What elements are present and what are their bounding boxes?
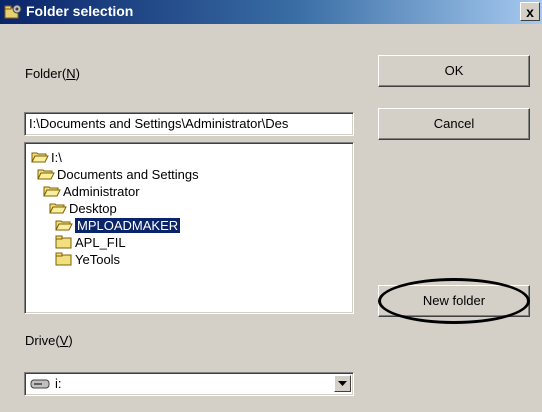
folder-path-value: I:\Documents and Settings\Administrator\…: [29, 116, 289, 131]
ok-button[interactable]: OK: [378, 55, 530, 87]
chevron-down-icon: [338, 381, 347, 386]
tree-item[interactable]: Administrator: [43, 183, 140, 200]
closed-folder-icon: [55, 252, 72, 266]
tree-item-label: Documents and Settings: [57, 167, 199, 182]
folder-path-field[interactable]: I:\Documents and Settings\Administrator\…: [24, 112, 354, 136]
drive-label: Drive(V): [25, 333, 73, 348]
tree-item-label: MPLOADMAKER: [75, 218, 181, 233]
folder-label-suffix: ): [75, 66, 80, 81]
title-bar[interactable]: Folder selection x: [0, 0, 542, 24]
tree-item[interactable]: Desktop: [49, 200, 117, 217]
tree-item[interactable]: MPLOADMAKER: [55, 217, 181, 234]
drive-label-prefix: Drive(: [25, 333, 60, 348]
open-folder-icon: [49, 203, 67, 214]
tree-item[interactable]: Documents and Settings: [37, 166, 199, 183]
tree-item-label: Desktop: [69, 201, 117, 216]
tree-item-label: Administrator: [63, 184, 140, 199]
tree-item-label: YeTools: [75, 252, 121, 267]
open-folder-icon: [55, 220, 73, 231]
folder-label-prefix: Folder(: [25, 66, 67, 81]
folder-selection-dialog: Folder selection x Folder(N) I:\Document…: [0, 0, 542, 412]
drive-label-suffix: ): [68, 333, 73, 348]
drive-combo-value: i:: [55, 376, 62, 391]
tree-item[interactable]: I:\: [31, 149, 62, 166]
new-folder-button[interactable]: New folder: [378, 285, 530, 317]
open-folder-icon: [37, 169, 55, 180]
window-title: Folder selection: [26, 3, 134, 19]
drive-icon: [30, 379, 50, 389]
new-folder-button-label: New folder: [422, 293, 486, 308]
folder-label: Folder(N): [25, 66, 80, 81]
tree-item[interactable]: YeTools: [55, 251, 120, 268]
closed-folder-icon: [55, 235, 72, 249]
tree-item-label: I:\: [51, 150, 62, 165]
cancel-button-label: Cancel: [433, 116, 475, 131]
close-button[interactable]: x: [520, 2, 540, 21]
tree-item-label: APL_FIL: [75, 235, 126, 250]
drive-combo[interactable]: i:: [24, 372, 354, 396]
folder-label-mnemonic: N: [66, 66, 76, 81]
tree-item[interactable]: APL_FIL: [55, 234, 126, 251]
close-icon: x: [526, 4, 534, 20]
ok-button-label: OK: [444, 63, 464, 78]
folder-tree[interactable]: I:\ Documents and Settings Administrator De…: [24, 142, 354, 314]
cancel-button[interactable]: Cancel: [378, 108, 530, 140]
drive-dropdown-button[interactable]: [334, 375, 351, 392]
open-folder-icon: [43, 186, 61, 197]
folder-settings-icon: [4, 4, 22, 19]
open-folder-icon: [31, 152, 49, 163]
